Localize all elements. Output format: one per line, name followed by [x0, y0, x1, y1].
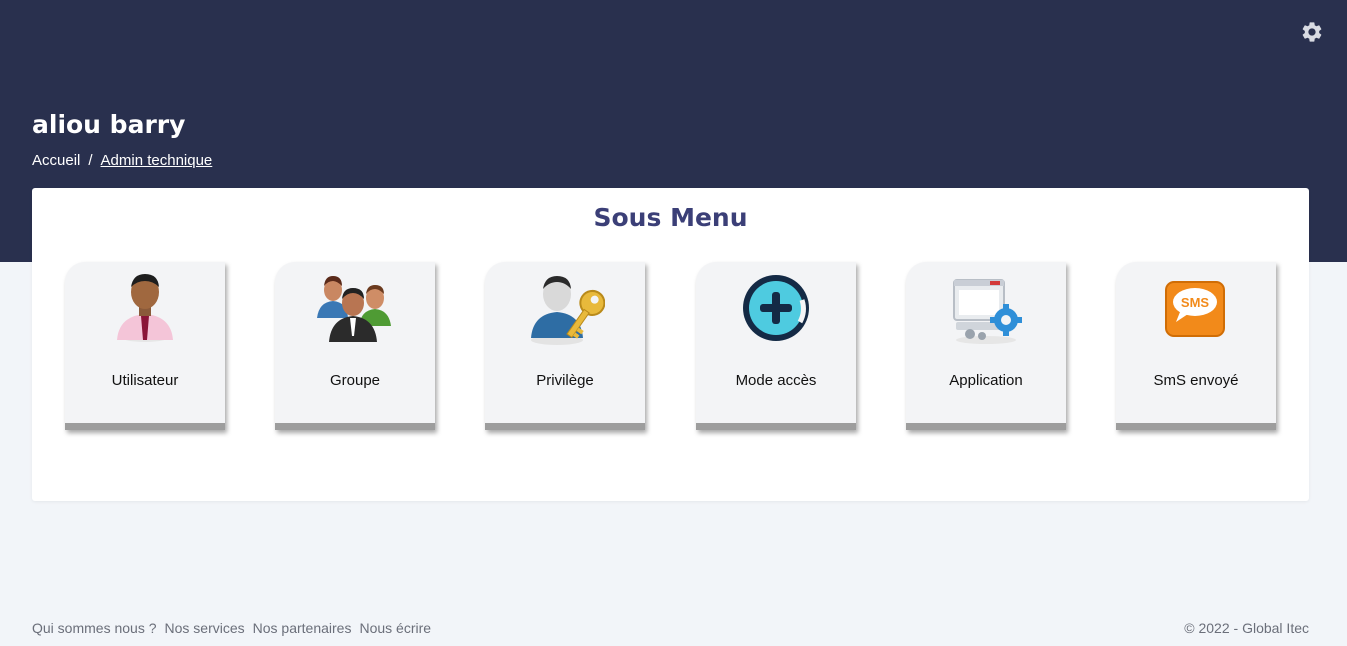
submenu-panel: Sous Menu Utilisateur Groupe Privilège M… — [32, 188, 1309, 501]
settings-gear-icon[interactable] — [1300, 20, 1324, 44]
breadcrumb-home-link[interactable]: Accueil — [32, 152, 80, 169]
footer-link-about[interactable]: Qui sommes nous ? — [32, 620, 157, 636]
tile-mode-acces[interactable]: Mode accès — [696, 262, 856, 430]
sms-bubble-icon: SMS — [1156, 270, 1236, 346]
breadcrumb-separator: / — [88, 152, 93, 169]
tile-groupe[interactable]: Groupe — [275, 262, 435, 430]
panel-title: Sous Menu — [593, 203, 748, 232]
footer-link-partners[interactable]: Nos partenaires — [253, 620, 352, 636]
tile-label: Utilisateur — [111, 372, 179, 389]
tile-label: Mode accès — [735, 372, 817, 389]
tile-label: Groupe — [329, 372, 381, 389]
breadcrumb: Accueil / Admin technique — [32, 152, 212, 169]
footer-link-contact[interactable]: Nous écrire — [359, 620, 431, 636]
application-gear-icon — [946, 270, 1026, 346]
tile-utilisateur[interactable]: Utilisateur — [65, 262, 225, 430]
plus-circle-icon — [736, 270, 816, 346]
tile-sms-envoye[interactable]: SMS SmS envoyé — [1116, 262, 1276, 430]
tile-privilege[interactable]: Privilège — [485, 262, 645, 430]
page-title: aliou barry — [32, 110, 186, 139]
svg-text:SMS: SMS — [1181, 295, 1210, 310]
tile-label: Application — [949, 372, 1023, 389]
copyright-text: © 2022 - Global Itec — [1184, 620, 1309, 636]
privilege-key-icon — [525, 270, 605, 346]
tile-label: Privilège — [536, 372, 594, 389]
group-icon — [315, 270, 395, 346]
user-icon — [105, 270, 185, 346]
tile-label: SmS envoyé — [1153, 372, 1239, 389]
tile-application[interactable]: Application — [906, 262, 1066, 430]
footer-links: Qui sommes nous ? Nos services Nos parte… — [32, 620, 431, 636]
breadcrumb-current-link[interactable]: Admin technique — [101, 152, 213, 169]
footer-link-services[interactable]: Nos services — [165, 620, 245, 636]
